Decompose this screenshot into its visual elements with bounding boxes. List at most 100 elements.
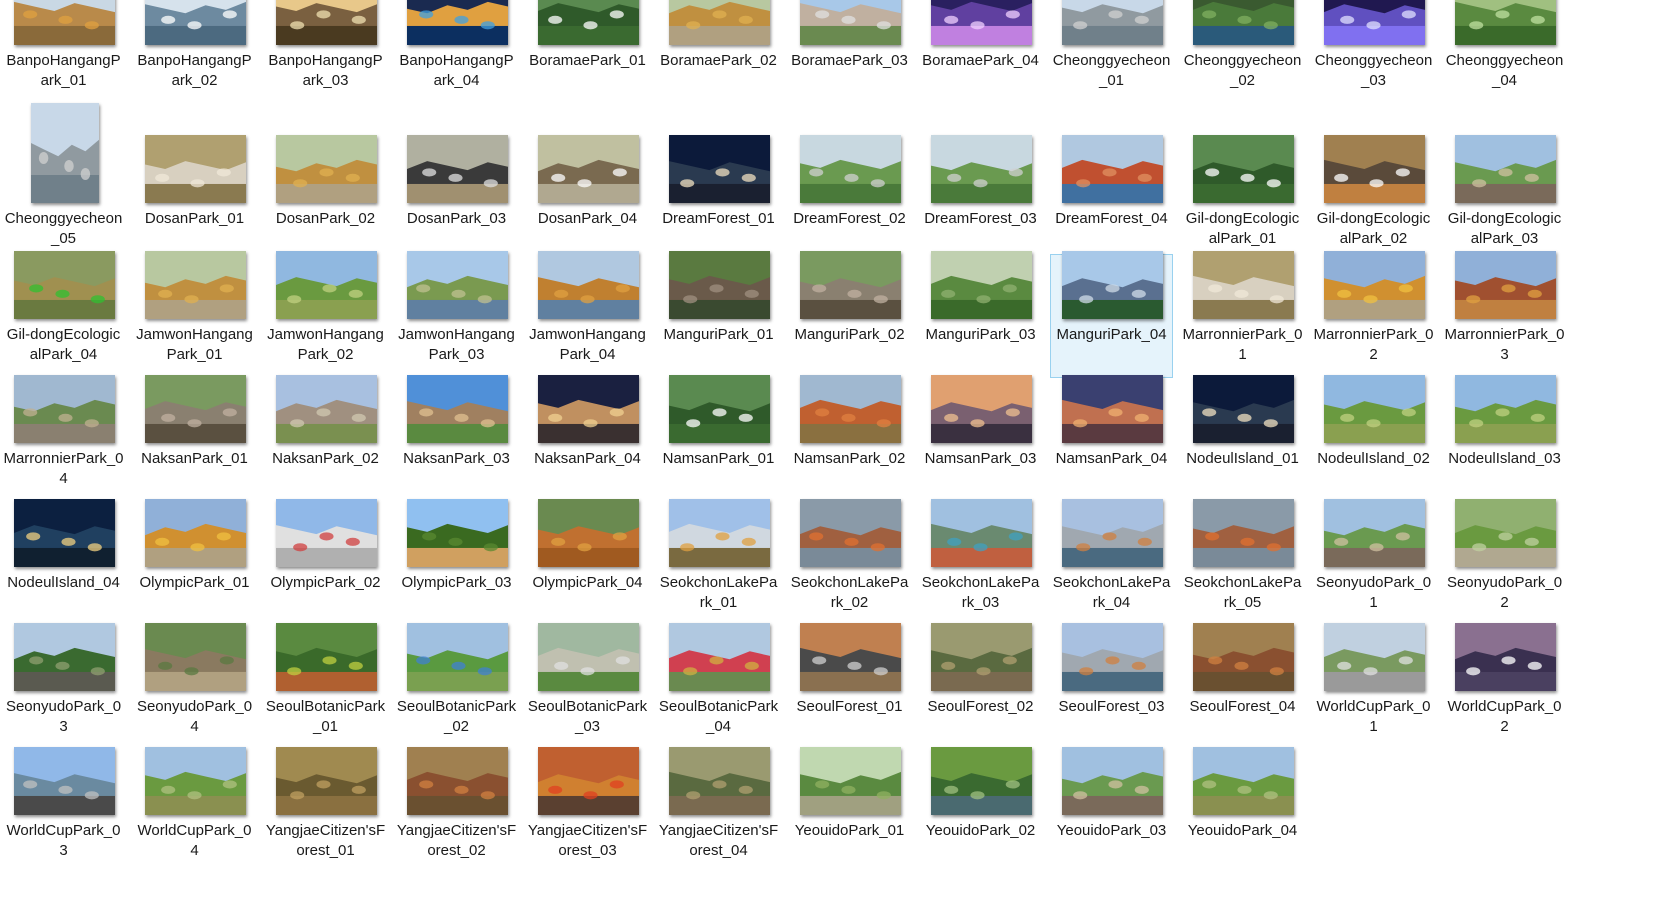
file-item[interactable]: ManguriPark_04 xyxy=(1050,251,1173,378)
file-thumbnail xyxy=(1193,499,1294,567)
file-item[interactable]: Gil-dongEcologicalPark_01 xyxy=(1181,100,1304,254)
file-item[interactable]: DosanPark_04 xyxy=(526,100,649,254)
file-name-label: WorldCupPark_03 xyxy=(6,822,121,859)
file-item[interactable]: SeokchonLakePark_05 xyxy=(1181,499,1304,626)
file-item[interactable]: WorldCupPark_04 xyxy=(133,747,256,890)
file-thumbnail xyxy=(669,0,770,45)
file-item[interactable]: SeokchonLakePark_02 xyxy=(788,499,911,626)
file-item[interactable]: Cheonggyecheon_01 xyxy=(1050,0,1173,100)
file-item[interactable]: SeokchonLakePark_01 xyxy=(657,499,780,626)
file-item[interactable]: NaksanPark_03 xyxy=(395,375,518,502)
file-item[interactable]: SeoulBotanicPark_01 xyxy=(264,623,387,750)
file-name-label: SeoulForest_01 xyxy=(796,698,903,715)
thumbnail-image xyxy=(145,135,246,203)
file-name-label: NamsanPark_04 xyxy=(1055,450,1168,467)
file-item[interactable]: NodeulIsland_01 xyxy=(1181,375,1304,502)
file-item[interactable]: YeouidoPark_01 xyxy=(788,747,911,890)
file-item[interactable]: DreamForest_02 xyxy=(788,100,911,254)
file-item[interactable]: Gil-dongEcologicalPark_02 xyxy=(1312,100,1435,254)
file-item[interactable]: DosanPark_01 xyxy=(133,100,256,254)
file-item[interactable]: MarronnierPark_01 xyxy=(1181,251,1304,378)
file-item[interactable]: BanpoHangangPark_03 xyxy=(264,0,387,100)
file-item[interactable]: BoramaePark_04 xyxy=(919,0,1042,100)
file-item[interactable]: BanpoHangangPark_02 xyxy=(133,0,256,100)
file-thumbnail xyxy=(800,0,901,45)
file-item[interactable]: NaksanPark_04 xyxy=(526,375,649,502)
file-item[interactable]: MarronnierPark_03 xyxy=(1443,251,1566,378)
file-item[interactable]: NodeulIsland_04 xyxy=(2,499,125,626)
file-item[interactable]: SeonyudoPark_01 xyxy=(1312,499,1435,626)
file-item[interactable]: BoramaePark_02 xyxy=(657,0,780,100)
file-item[interactable]: YeouidoPark_03 xyxy=(1050,747,1173,890)
file-item[interactable]: YeouidoPark_04 xyxy=(1181,747,1304,890)
file-grid: BanpoHangangPark_01 BanpoHangangPark_02 Ba… xyxy=(0,0,1679,899)
file-item[interactable]: WorldCupPark_01 xyxy=(1312,623,1435,750)
file-item[interactable]: Cheonggyecheon_05 xyxy=(2,100,125,254)
file-item[interactable]: JamwonHangangPark_01 xyxy=(133,251,256,378)
file-item[interactable]: OlympicPark_04 xyxy=(526,499,649,626)
file-item[interactable]: ManguriPark_01 xyxy=(657,251,780,378)
thumbnail-image xyxy=(407,135,508,203)
file-item[interactable]: OlympicPark_03 xyxy=(395,499,518,626)
file-item[interactable]: SeoulBotanicPark_03 xyxy=(526,623,649,750)
file-name-label: DreamForest_01 xyxy=(662,210,775,227)
file-item[interactable]: SeokchonLakePark_04 xyxy=(1050,499,1173,626)
file-item[interactable]: SeoulBotanicPark_02 xyxy=(395,623,518,750)
file-item[interactable]: NaksanPark_02 xyxy=(264,375,387,502)
file-item[interactable]: SeoulForest_01 xyxy=(788,623,911,750)
file-item[interactable]: SeoulForest_04 xyxy=(1181,623,1304,750)
file-item[interactable]: Gil-dongEcologicalPark_04 xyxy=(2,251,125,378)
file-item[interactable]: DosanPark_03 xyxy=(395,100,518,254)
file-item[interactable]: NamsanPark_04 xyxy=(1050,375,1173,502)
file-item[interactable]: OlympicPark_02 xyxy=(264,499,387,626)
file-item[interactable]: BoramaePark_03 xyxy=(788,0,911,100)
file-item[interactable]: JamwonHangangPark_02 xyxy=(264,251,387,378)
thumbnail-image xyxy=(1324,251,1425,319)
file-item[interactable]: SeonyudoPark_03 xyxy=(2,623,125,750)
file-item[interactable]: NodeulIsland_02 xyxy=(1312,375,1435,502)
vertical-scrollbar[interactable] xyxy=(1663,0,1679,899)
file-item[interactable]: NamsanPark_02 xyxy=(788,375,911,502)
file-item[interactable]: Gil-dongEcologicalPark_03 xyxy=(1443,100,1566,254)
file-item[interactable]: DreamForest_04 xyxy=(1050,100,1173,254)
file-item[interactable]: Cheonggyecheon_04 xyxy=(1443,0,1566,100)
file-item[interactable]: SeoulForest_02 xyxy=(919,623,1042,750)
file-item[interactable]: SeonyudoPark_04 xyxy=(133,623,256,750)
file-item[interactable]: NaksanPark_01 xyxy=(133,375,256,502)
file-name-label: NodeulIsland_03 xyxy=(1448,450,1561,467)
thumbnail-image xyxy=(931,135,1032,203)
file-item[interactable]: JamwonHangangPark_04 xyxy=(526,251,649,378)
file-item[interactable]: BanpoHangangPark_04 xyxy=(395,0,518,100)
file-item[interactable]: MarronnierPark_04 xyxy=(2,375,125,502)
file-item[interactable]: BoramaePark_01 xyxy=(526,0,649,100)
file-item[interactable]: Cheonggyecheon_03 xyxy=(1312,0,1435,100)
file-name-label: NaksanPark_02 xyxy=(272,450,379,467)
file-item[interactable]: SeoulBotanicPark_04 xyxy=(657,623,780,750)
file-item[interactable]: YangjaeCitizen'sForest_03 xyxy=(526,747,649,890)
file-item[interactable]: WorldCupPark_02 xyxy=(1443,623,1566,750)
file-item[interactable]: SeokchonLakePark_03 xyxy=(919,499,1042,626)
file-item[interactable]: NamsanPark_03 xyxy=(919,375,1042,502)
file-item[interactable]: BanpoHangangPark_01 xyxy=(2,0,125,100)
file-item[interactable]: YangjaeCitizen'sForest_01 xyxy=(264,747,387,890)
file-thumbnail xyxy=(1193,623,1294,691)
file-item[interactable]: ManguriPark_02 xyxy=(788,251,911,378)
file-item[interactable]: NodeulIsland_03 xyxy=(1443,375,1566,502)
file-item[interactable]: ManguriPark_03 xyxy=(919,251,1042,378)
file-item[interactable]: SeonyudoPark_02 xyxy=(1443,499,1566,626)
file-item[interactable]: DosanPark_02 xyxy=(264,100,387,254)
thumbnail-image xyxy=(1193,747,1294,815)
file-item[interactable]: SeoulForest_03 xyxy=(1050,623,1173,750)
file-item[interactable]: DreamForest_01 xyxy=(657,100,780,254)
file-name-label: DreamForest_02 xyxy=(793,210,906,227)
file-item[interactable]: WorldCupPark_03 xyxy=(2,747,125,890)
file-item[interactable]: YangjaeCitizen'sForest_04 xyxy=(657,747,780,890)
file-item[interactable]: DreamForest_03 xyxy=(919,100,1042,254)
file-item[interactable]: MarronnierPark_02 xyxy=(1312,251,1435,378)
file-item[interactable]: YangjaeCitizen'sForest_02 xyxy=(395,747,518,890)
file-item[interactable]: NamsanPark_01 xyxy=(657,375,780,502)
file-item[interactable]: Cheonggyecheon_02 xyxy=(1181,0,1304,100)
file-item[interactable]: OlympicPark_01 xyxy=(133,499,256,626)
file-item[interactable]: JamwonHangangPark_03 xyxy=(395,251,518,378)
file-item[interactable]: YeouidoPark_02 xyxy=(919,747,1042,890)
